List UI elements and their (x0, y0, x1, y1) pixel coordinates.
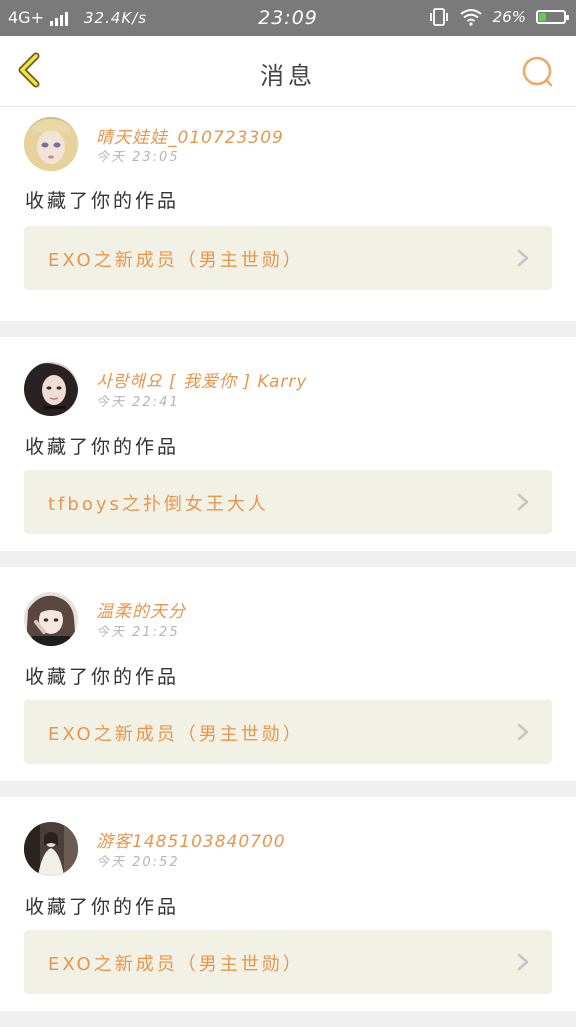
work-link[interactable]: EXO之新成员（男主世勋） (24, 930, 552, 994)
username[interactable]: 温柔的天分 (96, 597, 186, 622)
work-title: EXO之新成员（男主世勋） (48, 250, 304, 271)
avatar[interactable] (24, 592, 78, 646)
work-link[interactable]: EXO之新成员（男主世勋） (24, 700, 552, 764)
work-link[interactable]: EXO之新成员（男主世勋） (24, 226, 552, 290)
message-card: 游客1485103840700 今天 20:52 收藏了你的作品 EXO之新成员… (0, 797, 576, 1011)
chevron-right-icon (517, 493, 529, 511)
message-time: 今天 21:25 (96, 625, 180, 640)
search-icon (522, 56, 553, 87)
battery-percent: 26% (492, 8, 526, 26)
action-text: 收藏了你的作品 (25, 190, 180, 212)
avatar-image (24, 362, 78, 416)
status-bar: 4G+ 32.4K/s 23:09 26% (0, 0, 576, 36)
wifi-icon (460, 9, 482, 26)
work-title: EXO之新成员（男主世勋） (48, 724, 304, 745)
avatar[interactable] (24, 822, 78, 876)
avatar-image (24, 592, 78, 646)
username[interactable]: 晴天娃娃_010723309 (96, 123, 284, 148)
search-button[interactable] (520, 54, 556, 90)
message-time: 今天 22:41 (96, 395, 180, 410)
action-text: 收藏了你的作品 (25, 666, 180, 688)
username[interactable]: 游客1485103840700 (96, 827, 286, 852)
page-title: 消息 (260, 62, 316, 90)
action-text: 收藏了你的作品 (25, 896, 180, 918)
chevron-right-icon (517, 249, 529, 267)
message-time: 今天 23:05 (96, 150, 180, 165)
avatar-image (24, 117, 78, 171)
nav-bar: 消息 (0, 36, 576, 107)
chevron-right-icon (517, 953, 529, 971)
chevron-right-icon (517, 723, 529, 741)
work-title: EXO之新成员（男主世勋） (48, 954, 304, 975)
message-list: 晴天娃娃_010723309 今天 23:05 收藏了你的作品 EXO之新成员（… (0, 107, 576, 1027)
work-link[interactable]: tfboys之扑倒女王大人 (24, 470, 552, 534)
battery-icon (536, 10, 569, 24)
message-card: 温柔的天分 今天 21:25 收藏了你的作品 EXO之新成员（男主世勋） (0, 567, 576, 781)
username[interactable]: 사랑해요 [ 我爱你 ] Karry (96, 367, 307, 392)
vibrate-icon (429, 8, 448, 26)
message-card: 사랑해요 [ 我爱你 ] Karry 今天 22:41 收藏了你的作品 tfbo… (0, 337, 576, 551)
work-title: tfboys之扑倒女王大人 (48, 494, 269, 515)
message-card: 晴天娃娃_010723309 今天 23:05 收藏了你的作品 EXO之新成员（… (0, 107, 576, 321)
avatar-image (24, 822, 78, 876)
status-right: 26% (429, 8, 569, 26)
action-text: 收藏了你的作品 (25, 436, 180, 458)
avatar[interactable] (24, 362, 78, 416)
avatar[interactable] (24, 117, 78, 171)
battery-level (539, 13, 546, 21)
message-time: 今天 20:52 (96, 855, 180, 870)
